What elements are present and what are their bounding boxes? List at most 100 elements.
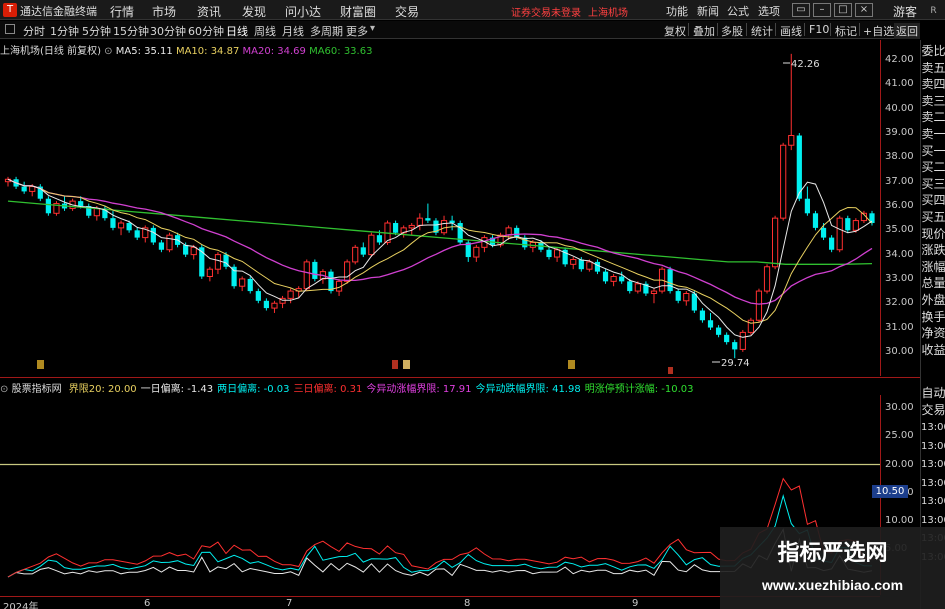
candle-body [619,276,625,282]
divider [746,23,747,36]
tool-f10[interactable]: F10 [809,23,829,36]
candle-body [683,293,690,302]
auto-trade-label[interactable]: 交易 [921,403,945,417]
settings-icon[interactable]: ⊙ [104,46,112,57]
period-more[interactable]: 更多 [346,23,368,39]
settings-icon[interactable]: ⊙ [0,384,8,395]
period-5min[interactable]: 5分钟 [82,23,111,39]
menu-news[interactable]: 资讯 [197,3,221,20]
period-daily[interactable]: 日线 [226,23,248,39]
menu-ask[interactable]: 问小达 [285,3,321,20]
period-tick[interactable]: 分时 [23,23,45,39]
app-logo: T [3,3,17,17]
candle-body [328,271,334,292]
period-monthly[interactable]: 月线 [282,23,304,39]
quote-field-label[interactable]: 外盘 [921,293,945,307]
divider [859,23,860,36]
watermark: 指标严选网 www.xuezhibiao.com [720,527,945,609]
candle-body [255,291,261,301]
candle-body [206,268,213,277]
menu-market[interactable]: 市场 [152,3,176,20]
candle-body [45,198,51,214]
low-price-label: 29.74 [721,358,750,369]
candle-body [214,254,222,270]
quote-field-label[interactable]: 买一 [921,144,945,158]
price-tick: 38.00 [885,151,914,163]
tool-function[interactable]: 功能 [666,3,688,19]
grid-toggle-icon[interactable] [5,24,15,34]
candle-body [634,283,641,292]
quote-field-label[interactable]: 卖二 [921,110,945,124]
quote-field-label[interactable]: 现价 [921,227,945,241]
restore-icon[interactable]: ▭ [792,3,810,17]
ma10-legend: MA10: 34.87 [175,46,240,57]
quote-field-label[interactable]: 买三 [921,177,945,191]
quote-field-label[interactable]: 总量 [921,276,945,290]
period-60min[interactable]: 60分钟 [188,23,224,39]
quote-field-label[interactable]: 涨幅 [921,260,945,274]
tool-news[interactable]: 新闻 [697,3,719,19]
corner-label: R [930,6,937,16]
menu-trade[interactable]: 交易 [395,3,419,20]
tool-back[interactable]: 返回 [894,23,920,39]
indicator-tick: 30.00 [885,402,914,414]
login-notice[interactable]: 证券交易未登录 [511,4,581,19]
quote-field-label[interactable]: 卖四 [921,77,945,91]
quote-field-label[interactable]: 涨跌 [921,243,945,257]
period-multi[interactable]: 多周期 [310,23,343,39]
tool-mark[interactable]: 标记 [835,23,857,39]
candle-body [183,244,189,255]
maximize-icon[interactable]: □ [834,3,852,17]
tool-overlay[interactable]: 叠加 [693,23,715,39]
date-tick: 8 [464,598,471,609]
period-15min[interactable]: 15分钟 [113,23,149,39]
quote-field-label[interactable]: 委比 [921,44,945,58]
tool-multi-stock[interactable]: 多股 [721,23,743,39]
quote-field-label[interactable]: 卖一 [921,127,945,141]
close-icon[interactable]: × [855,3,873,17]
tool-stats[interactable]: 统计 [751,23,773,39]
candle-body [425,218,431,221]
trade-time: 13:00 [921,477,945,489]
menu-quotes[interactable]: 行情 [110,3,134,20]
divider [717,23,718,36]
quote-field-label[interactable]: 净资 [921,326,945,340]
candle-body [812,213,819,228]
divider [775,23,776,36]
ma60-legend: MA60: 33.63 [309,46,373,57]
period-1min[interactable]: 1分钟 [50,23,79,39]
quote-field-label[interactable]: 买二 [921,160,945,174]
period-weekly[interactable]: 周线 [254,23,276,39]
tool-add-watchlist[interactable]: +自选 [863,23,894,39]
tool-formula[interactable]: 公式 [727,3,749,19]
candle-body [732,342,738,350]
ma10-line [7,178,873,324]
indicator-tick: 20.00 [885,458,914,470]
menu-wealth[interactable]: 财富圈 [340,3,376,20]
tool-options[interactable]: 选项 [758,3,780,19]
period-toolbar: 分时 1分钟 5分钟 15分钟 30分钟 60分钟 日线 周线 月线 多周期 更… [0,21,920,39]
menu-discover[interactable]: 发现 [242,3,266,20]
tool-draw[interactable]: 画线 [780,23,802,39]
quote-field-label[interactable]: 买五 [921,210,945,224]
chevron-down-icon[interactable]: ▾ [370,23,375,34]
event-marker [568,360,575,369]
candle-body [788,135,795,146]
period-30min[interactable]: 30分钟 [150,23,186,39]
quote-field-label[interactable]: 卖三 [921,94,945,108]
minimize-icon[interactable]: – [813,3,831,17]
candle-body [570,258,577,265]
tool-adjust[interactable]: 复权 [664,23,686,39]
candle-body [699,310,706,321]
candle-body [134,230,140,238]
candlestick-chart[interactable]: 42.26 29.74 [0,40,880,376]
candle-body [852,220,859,231]
guest-login[interactable]: 游客 [893,3,917,20]
indicator-value: 三日偏离: 0.31 [293,384,363,395]
auto-trade-label[interactable]: 自动 [921,386,945,400]
quote-field-label[interactable]: 换手 [921,310,945,324]
quote-field-label[interactable]: 买四 [921,193,945,207]
quote-field-label[interactable]: 收益 [921,343,945,357]
price-tick: 39.00 [885,127,914,139]
quote-field-label[interactable]: 卖五 [921,61,945,75]
